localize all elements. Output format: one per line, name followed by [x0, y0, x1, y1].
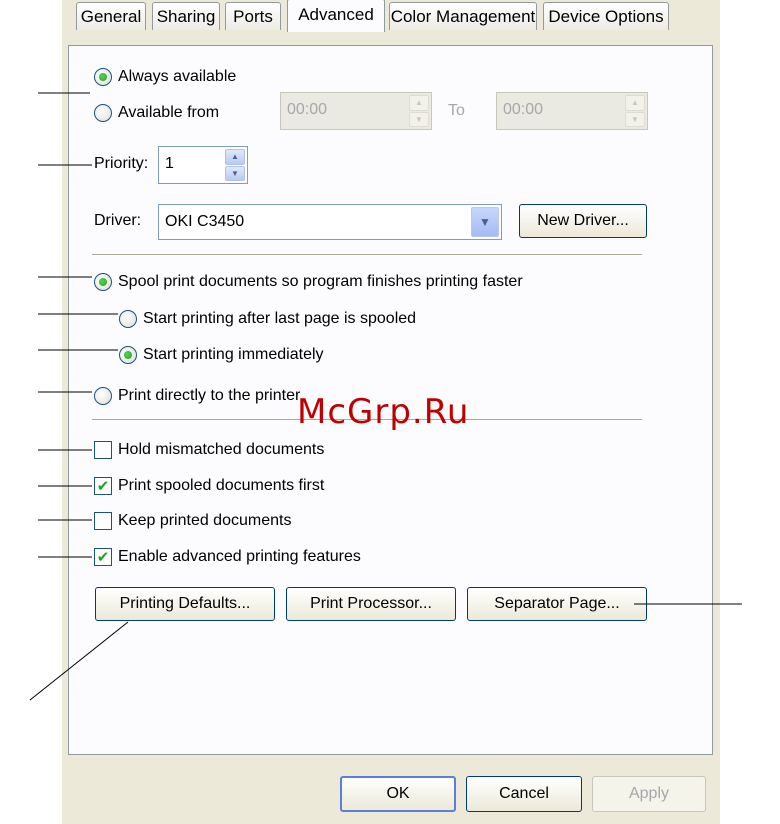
callout-line — [29, 621, 129, 701]
watermark-text: McGrp.Ru — [297, 392, 470, 432]
tab-advanced[interactable]: Advanced — [287, 0, 385, 32]
